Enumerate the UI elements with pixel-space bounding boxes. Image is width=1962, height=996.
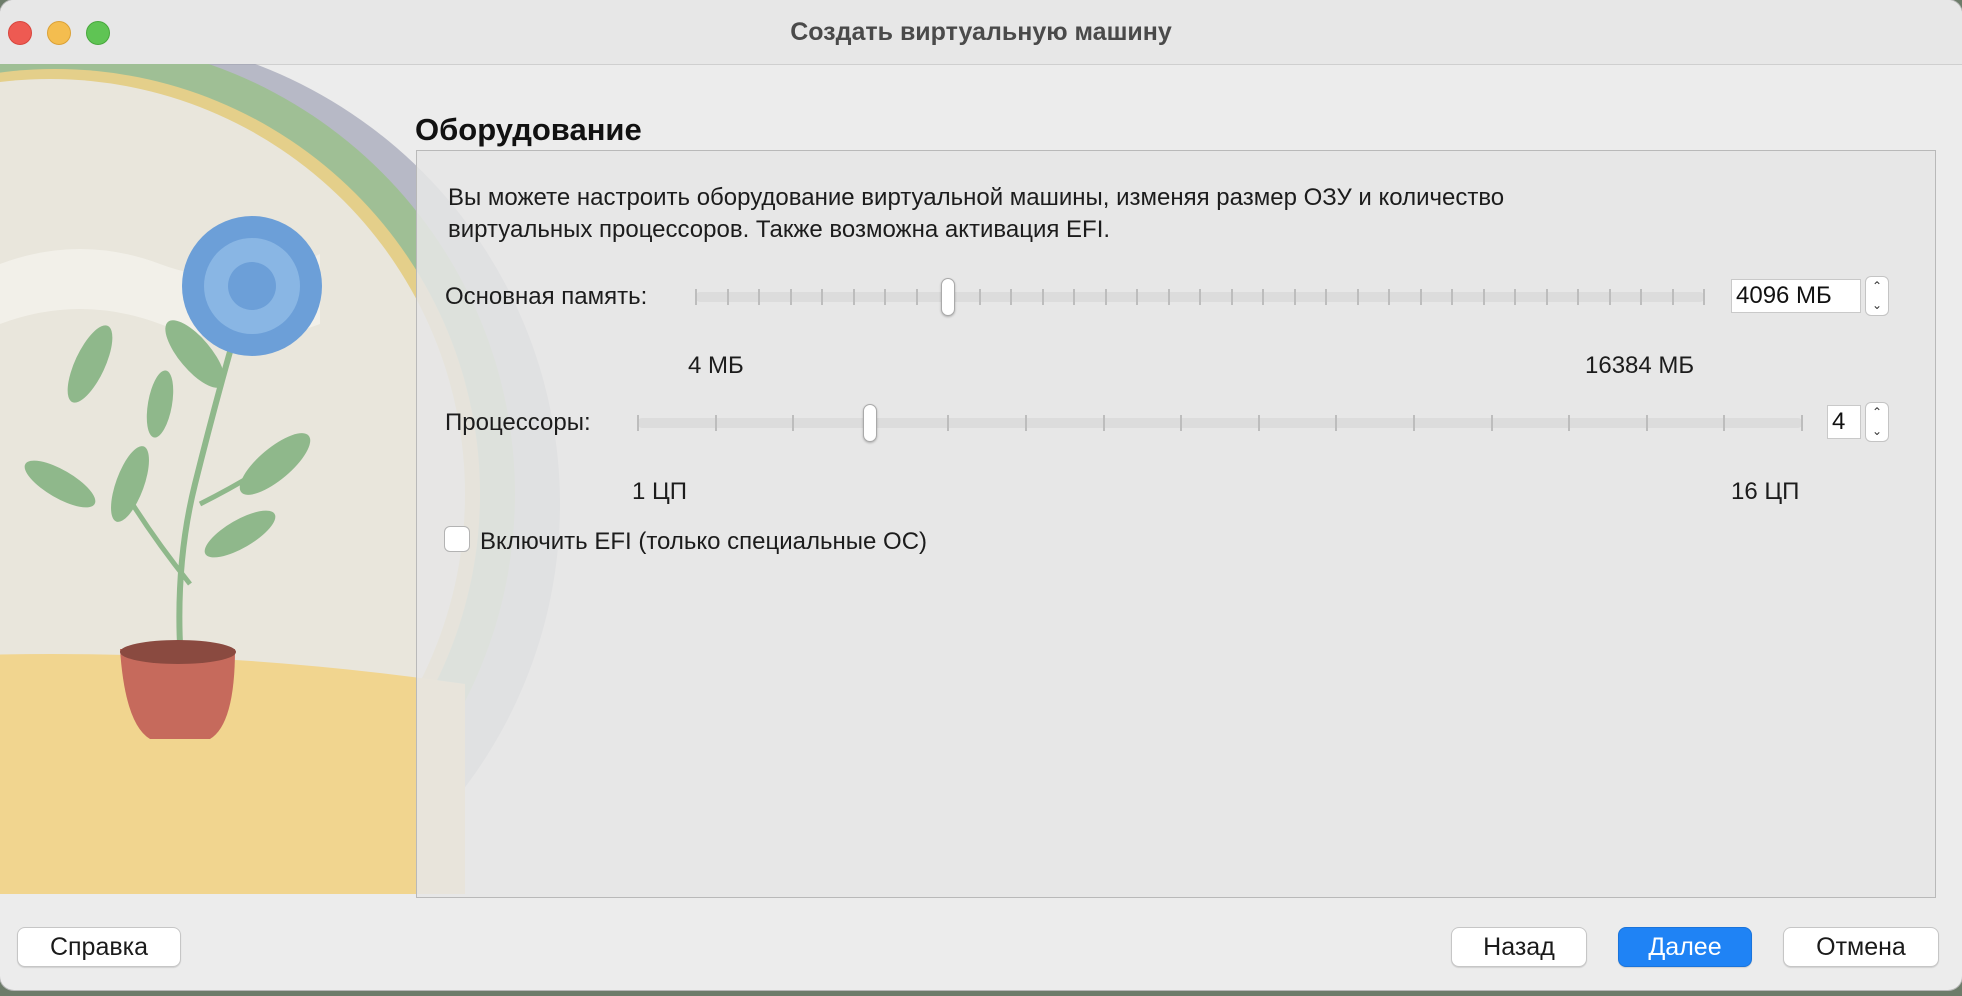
slider-tick bbox=[792, 415, 795, 431]
next-button[interactable]: Далее bbox=[1618, 927, 1752, 967]
slider-tick bbox=[1073, 289, 1075, 305]
slider-tick bbox=[1490, 415, 1493, 431]
slider-tick bbox=[1723, 415, 1726, 431]
slider-tick bbox=[1199, 289, 1201, 305]
slider-tick bbox=[726, 289, 729, 305]
slider-tick bbox=[1257, 415, 1260, 431]
chevron-down-icon[interactable]: ⌄ bbox=[1866, 296, 1888, 315]
slider-tick bbox=[1325, 289, 1327, 305]
title-bar: Создать виртуальную машину bbox=[0, 0, 1962, 65]
slider-tick bbox=[1801, 415, 1803, 431]
memory-value-field[interactable]: 4096 МБ bbox=[1731, 279, 1861, 313]
slider-tick bbox=[714, 415, 717, 431]
slider-tick bbox=[1419, 289, 1422, 305]
slider-tick bbox=[1640, 289, 1642, 305]
slider-tick bbox=[821, 289, 823, 305]
memory-min-label: 4 МБ bbox=[688, 352, 744, 379]
cpu-slider-ticks bbox=[637, 415, 1803, 431]
memory-slider-thumb[interactable] bbox=[940, 278, 955, 316]
cpu-stepper[interactable]: ⌃ ⌄ bbox=[1865, 402, 1889, 442]
chevron-down-icon[interactable]: ⌄ bbox=[1866, 422, 1888, 441]
cpu-min-label: 1 ЦП bbox=[632, 478, 688, 505]
efi-checkbox-label[interactable]: Включить EFI (только специальные ОС) bbox=[480, 528, 927, 556]
slider-tick bbox=[1167, 289, 1170, 305]
chevron-up-icon[interactable]: ⌃ bbox=[1866, 403, 1888, 422]
slider-tick bbox=[884, 289, 886, 305]
slider-tick bbox=[1104, 289, 1107, 305]
slider-tick bbox=[1608, 289, 1611, 305]
slider-tick bbox=[1514, 289, 1516, 305]
section-heading: Оборудование bbox=[415, 112, 642, 147]
cpu-max-label: 16 ЦП bbox=[1731, 478, 1800, 505]
slider-tick bbox=[1180, 415, 1183, 431]
slider-tick bbox=[1335, 415, 1338, 431]
slider-tick bbox=[1102, 415, 1105, 431]
slider-tick bbox=[1293, 289, 1296, 305]
slider-tick bbox=[1230, 289, 1233, 305]
cpu-label: Процессоры: bbox=[445, 409, 591, 436]
wizard-window: Создать виртуальную машину Оборудование … bbox=[0, 0, 1962, 990]
cpu-slider-thumb[interactable] bbox=[863, 404, 878, 442]
slider-tick bbox=[1136, 289, 1138, 305]
description-line-2: виртуальных процессоров. Также возможна … bbox=[448, 216, 1111, 243]
slider-tick bbox=[1545, 289, 1548, 305]
slider-tick bbox=[1568, 415, 1571, 431]
description-line-1: Вы можете настроить оборудование виртуал… bbox=[448, 184, 1505, 211]
hardware-panel bbox=[416, 150, 1936, 898]
slider-tick bbox=[1577, 289, 1579, 305]
slider-tick bbox=[915, 289, 918, 305]
cpu-value-field[interactable]: 4 bbox=[1827, 405, 1861, 439]
slider-tick bbox=[637, 415, 639, 431]
cancel-button[interactable]: Отмена bbox=[1783, 927, 1939, 967]
slider-tick bbox=[1025, 415, 1027, 431]
window-title: Создать виртуальную машину bbox=[790, 18, 1172, 46]
memory-max-label: 16384 МБ bbox=[1585, 352, 1695, 379]
memory-label: Основная память: bbox=[445, 283, 648, 310]
slider-tick bbox=[1262, 289, 1264, 305]
chevron-up-icon[interactable]: ⌃ bbox=[1866, 277, 1888, 296]
slider-tick bbox=[1413, 415, 1415, 431]
slider-tick bbox=[1671, 289, 1674, 305]
slider-tick bbox=[1451, 289, 1453, 305]
slider-tick bbox=[947, 415, 950, 431]
memory-slider-ticks bbox=[695, 289, 1705, 305]
slider-tick bbox=[1482, 289, 1485, 305]
slider-tick bbox=[758, 289, 760, 305]
help-button[interactable]: Справка bbox=[17, 927, 181, 967]
description-text: Вы можете настроить оборудование виртуал… bbox=[448, 182, 1748, 246]
efi-checkbox[interactable] bbox=[444, 526, 470, 552]
slider-tick bbox=[1010, 289, 1012, 305]
slider-tick bbox=[1356, 289, 1359, 305]
blue-flower-head bbox=[182, 216, 322, 356]
slider-tick bbox=[852, 289, 855, 305]
slider-tick bbox=[695, 289, 697, 305]
slider-tick bbox=[978, 289, 981, 305]
slider-tick bbox=[1388, 289, 1390, 305]
slider-tick bbox=[789, 289, 792, 305]
slider-tick bbox=[1703, 289, 1705, 305]
slider-tick bbox=[1041, 289, 1044, 305]
slider-tick bbox=[1645, 415, 1648, 431]
memory-stepper[interactable]: ⌃ ⌄ bbox=[1865, 276, 1889, 316]
back-button[interactable]: Назад bbox=[1451, 927, 1587, 967]
